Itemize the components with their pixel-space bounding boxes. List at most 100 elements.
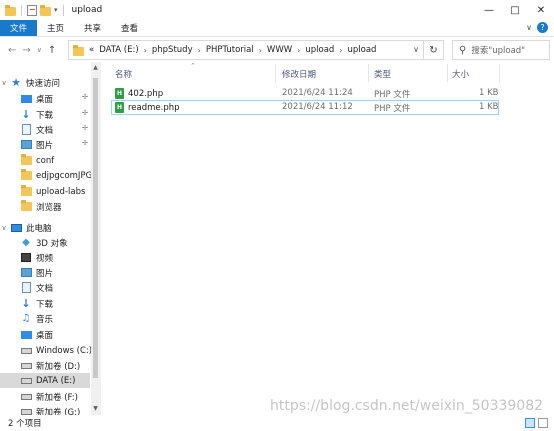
sidebar-item-this-pc[interactable]: ∨ 此电脑	[0, 220, 90, 235]
chevron-down-icon[interactable]: ∨	[0, 224, 8, 232]
sidebar-item-conf[interactable]: conf	[0, 153, 90, 168]
recent-locations-icon[interactable]: ∨	[37, 46, 42, 54]
chevron-right-icon[interactable]: ›	[144, 46, 147, 55]
sidebar-item-videos[interactable]: 视频	[0, 250, 90, 265]
breadcrumb-item[interactable]: DATA (E:) ›	[94, 45, 152, 55]
search-placeholder: 搜索"upload"	[471, 46, 526, 56]
watermark: https://blog.csdn.net/weixin_50339082	[270, 398, 544, 414]
large-icons-view-icon[interactable]	[538, 418, 548, 428]
sidebar-item-drive-g[interactable]: 新加卷 (G:)	[0, 404, 90, 415]
drive-icon	[20, 375, 32, 386]
scroll-down-icon[interactable]: ▼	[91, 404, 100, 414]
table-row[interactable]: H readme.php 2021/6/24 11:12 PHP 文件 1 KB	[111, 100, 499, 115]
item-count: 2 个项目	[8, 419, 42, 429]
breadcrumb-item[interactable]: WWW ›	[267, 45, 305, 55]
file-date: 2021/6/24 11:24	[282, 88, 353, 98]
documents-icon	[20, 282, 32, 293]
column-divider[interactable]	[368, 64, 369, 82]
desktop-icon	[20, 93, 32, 104]
download-icon: ↓	[21, 297, 31, 310]
navigation-buttons: ← → ∨ ↑	[0, 45, 68, 56]
php-file-icon: H	[115, 102, 124, 113]
file-type: PHP 文件	[374, 90, 411, 100]
breadcrumb-item[interactable]: upload	[348, 45, 377, 55]
back-arrow-icon[interactable]: ←	[8, 45, 16, 56]
properties-icon[interactable]	[27, 4, 37, 16]
sidebar-item-downloads[interactable]: ↓ 下载 ✢	[0, 107, 90, 122]
customize-toolbar-icon[interactable]: ▾	[54, 6, 58, 14]
chevron-right-icon[interactable]: ›	[198, 46, 201, 55]
address-dropdown-icon[interactable]: ∨	[413, 45, 419, 54]
table-row[interactable]: H 402.php 2021/6/24 11:24 PHP 文件 1 KB	[111, 86, 499, 101]
sidebar-item-drive-f[interactable]: 新加卷 (F:)	[0, 389, 90, 404]
column-header-name[interactable]: 名称	[115, 66, 275, 82]
sidebar-item-music[interactable]: ♫ 音乐	[0, 311, 90, 326]
tab-view[interactable]: 查看	[111, 20, 148, 36]
help-icon[interactable]: ?	[537, 22, 548, 33]
chevron-right-icon[interactable]: ›	[297, 46, 300, 55]
file-name-cell: H readme.php	[115, 102, 180, 113]
sidebar-item-desktop-pc[interactable]: 桌面	[0, 327, 90, 342]
sidebar-item-edjpgcomjpg[interactable]: edjpgcomJPG	[0, 168, 92, 183]
drive-icon	[20, 345, 32, 356]
breadcrumb-item[interactable]: phpStudy ›	[152, 45, 206, 55]
quick-access-toolbar: ▾	[0, 4, 66, 16]
status-bar: 2 个项目	[0, 415, 554, 431]
minimize-button[interactable]: —	[476, 0, 502, 20]
toolbar-separator	[21, 4, 22, 16]
pictures-icon	[20, 267, 32, 278]
breadcrumb-item[interactable]: PHPTutorial ›	[206, 45, 267, 55]
address-bar[interactable]: « DATA (E:) › phpStudy › PHPTutorial › WWW ›…	[68, 40, 444, 60]
scrollbar-thumb[interactable]	[93, 78, 98, 378]
sidebar-item-browser[interactable]: 浏览器	[0, 199, 90, 214]
pin-icon[interactable]: ✢	[82, 124, 88, 132]
sidebar-item-documents-pc[interactable]: 文档	[0, 280, 90, 295]
search-input[interactable]: ⚲ 搜索"upload"	[452, 40, 550, 60]
chevron-down-icon[interactable]: ∨	[0, 79, 8, 87]
sidebar-item-drive-c[interactable]: Windows (C:)	[0, 343, 92, 358]
file-type: PHP 文件	[374, 104, 411, 114]
folder-icon	[20, 154, 32, 166]
column-header-type[interactable]: 类型	[374, 66, 448, 82]
column-divider[interactable]	[275, 64, 276, 82]
sidebar-item-drive-e[interactable]: DATA (E:)	[0, 373, 90, 388]
up-arrow-icon[interactable]: ↑	[48, 45, 56, 56]
sidebar-item-downloads-pc[interactable]: ↓ 下载	[0, 296, 90, 311]
tab-share[interactable]: 共享	[74, 20, 111, 36]
cube-icon: ◆	[22, 237, 30, 248]
sidebar-item-drive-d[interactable]: 新加卷 (D:)	[0, 358, 90, 373]
pin-icon[interactable]: ✢	[82, 93, 88, 101]
chevron-right-icon[interactable]: ›	[259, 46, 262, 55]
column-divider[interactable]	[499, 64, 500, 82]
new-folder-icon[interactable]	[40, 5, 51, 16]
column-divider[interactable]	[447, 64, 448, 82]
folder-icon	[73, 44, 84, 56]
refresh-icon[interactable]: ↻	[423, 41, 443, 59]
sidebar-item-pictures[interactable]: 图片 ✢	[0, 137, 90, 152]
sidebar-item-upload-labs[interactable]: upload-labs	[0, 184, 90, 199]
expand-ribbon-icon[interactable]: ∨	[526, 23, 532, 32]
sidebar-item-3d-objects[interactable]: ◆ 3D 对象	[0, 235, 90, 250]
tab-home[interactable]: 主页	[37, 20, 74, 36]
scroll-up-icon[interactable]: ▲	[91, 63, 100, 73]
sidebar-item-quick-access[interactable]: ∨ ★ 快速访问	[0, 75, 90, 90]
tab-file[interactable]: 文件	[0, 20, 38, 36]
forward-arrow-icon[interactable]: →	[22, 45, 30, 56]
folder-icon	[20, 185, 32, 197]
sidebar-scrollbar[interactable]: ▲ ▼	[91, 62, 100, 415]
details-view-icon[interactable]	[525, 418, 535, 428]
file-size: 1 KB	[479, 88, 499, 98]
pin-icon[interactable]: ✢	[82, 139, 88, 147]
column-header-size[interactable]: 大小	[452, 66, 496, 82]
maximize-button[interactable]: □	[502, 0, 528, 20]
sidebar-item-documents[interactable]: 文档 ✢	[0, 122, 90, 137]
close-button[interactable]: ✕	[528, 0, 554, 20]
folder-icon	[5, 5, 16, 16]
sidebar-item-pictures-pc[interactable]: 图片	[0, 265, 90, 280]
pin-icon[interactable]: ✢	[82, 109, 88, 117]
column-header-date[interactable]: 修改日期	[282, 66, 368, 82]
breadcrumb-item[interactable]: upload ›	[305, 45, 347, 55]
sidebar-item-desktop[interactable]: 桌面 ✢	[0, 91, 90, 106]
drive-icon	[20, 406, 32, 415]
chevron-right-icon[interactable]: ›	[339, 46, 342, 55]
